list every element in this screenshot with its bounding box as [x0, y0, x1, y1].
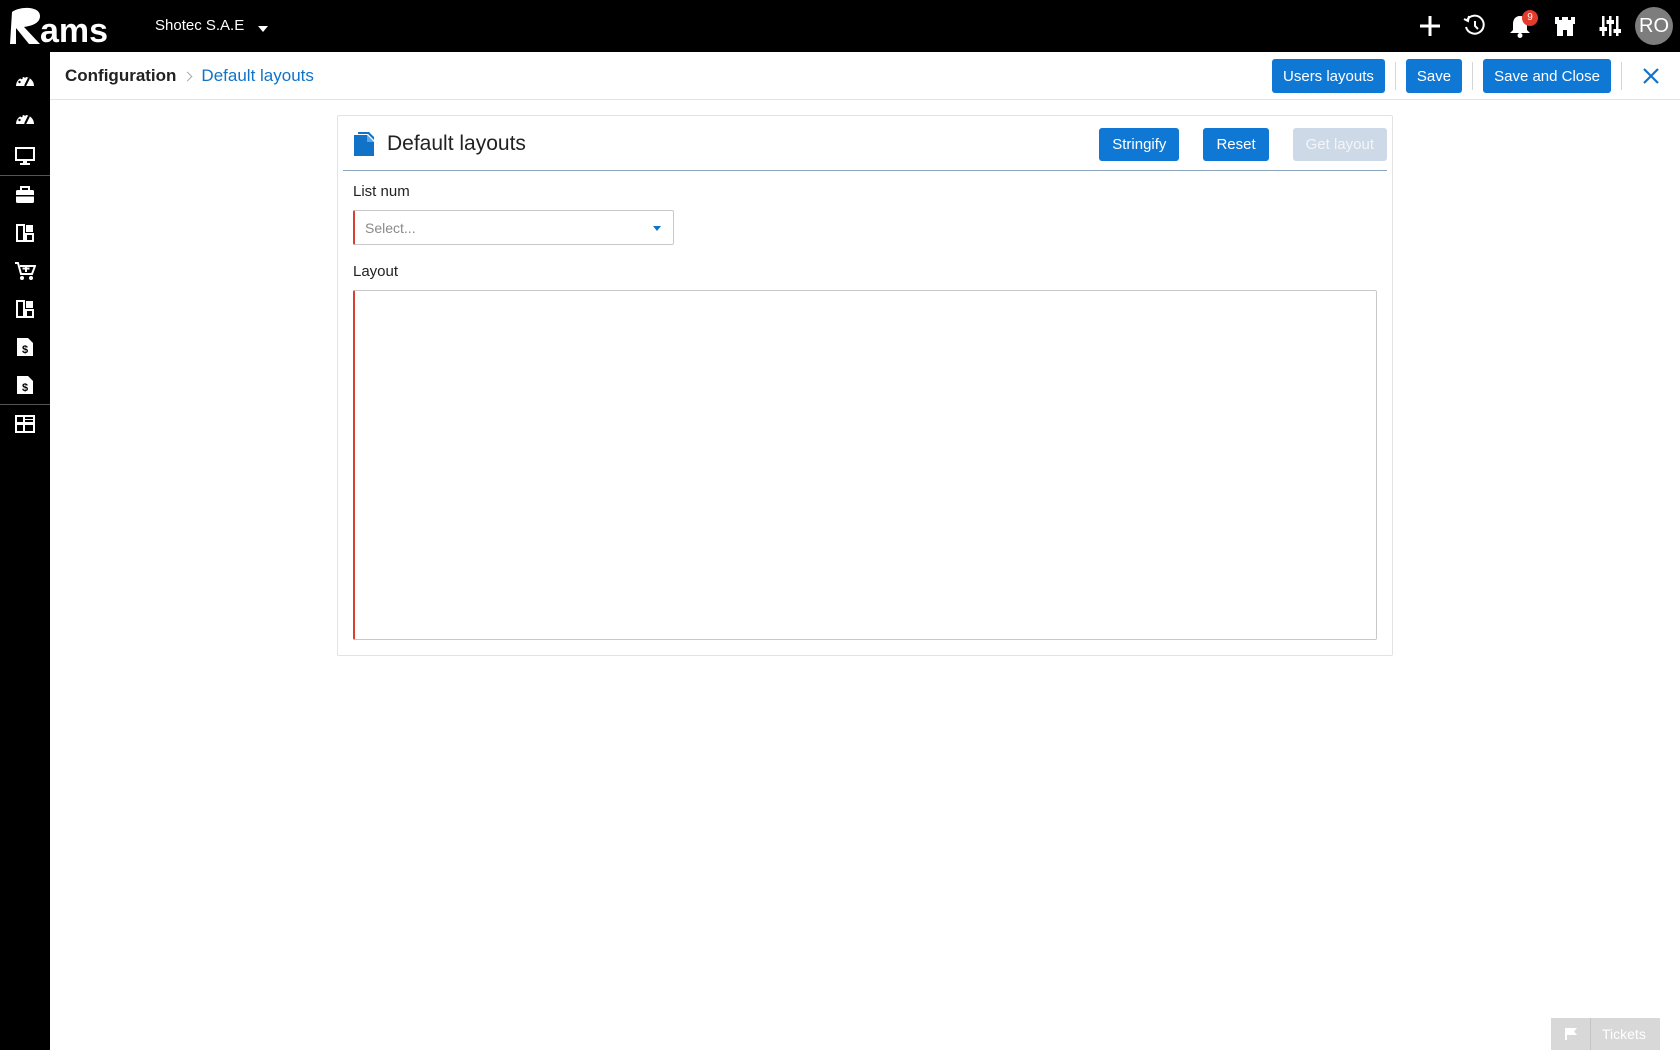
configuration-icon[interactable]	[0, 405, 50, 443]
svg-text:$: $	[22, 344, 28, 356]
sidebar: $ $	[0, 52, 50, 1050]
invoice-icon[interactable]: $	[0, 328, 50, 366]
users-layouts-button[interactable]: Users layouts	[1272, 59, 1385, 93]
chevron-down-icon	[653, 226, 661, 231]
breadcrumb-current: Default layouts	[201, 66, 314, 85]
svg-text:ams: ams	[40, 12, 108, 46]
save-and-close-button[interactable]: Save and Close	[1483, 59, 1611, 93]
dashboard-icon[interactable]	[0, 61, 50, 99]
divider	[1472, 62, 1474, 90]
dashboard-alt-icon[interactable]	[0, 99, 50, 137]
invoice-alt-icon[interactable]: $	[0, 366, 50, 404]
tickets-button[interactable]: Tickets	[1551, 1018, 1660, 1050]
svg-text:$: $	[22, 382, 28, 394]
divider	[1621, 62, 1622, 90]
history-icon[interactable]	[1452, 0, 1497, 52]
save-button[interactable]: Save	[1405, 59, 1463, 93]
layout-textarea[interactable]	[353, 290, 1377, 640]
panel-title: Default layouts	[387, 132, 526, 155]
sliders-icon[interactable]	[1587, 0, 1632, 52]
chevron-right-icon	[182, 71, 193, 81]
page-header: Configuration Default layouts Users layo…	[50, 52, 1680, 100]
list-num-placeholder: Select...	[365, 220, 416, 236]
divider	[1394, 62, 1396, 90]
layout-label: Layout	[353, 263, 399, 280]
list-num-label: List num	[353, 183, 410, 200]
breadcrumb-configuration[interactable]: Configuration	[65, 66, 176, 86]
monitor-icon[interactable]	[0, 137, 50, 175]
notifications-button[interactable]: 9	[1497, 0, 1542, 52]
tickets-label: Tickets	[1602, 1026, 1646, 1042]
default-layouts-panel: Default layouts Stringify Reset Get layo…	[337, 115, 1393, 656]
get-layout-button[interactable]: Get layout	[1292, 128, 1387, 161]
chevron-down-icon	[258, 25, 269, 32]
stringify-button[interactable]: Stringify	[1099, 128, 1180, 161]
modules-icon[interactable]	[0, 214, 50, 252]
document-icon	[354, 132, 374, 156]
cart-icon[interactable]	[0, 252, 50, 290]
panel-header: Default layouts Stringify Reset Get layo…	[343, 116, 1387, 171]
breadcrumb: Configuration Default layouts	[65, 52, 314, 100]
notification-badge: 9	[1522, 10, 1538, 26]
close-icon[interactable]	[1632, 59, 1670, 93]
modules-alt-icon[interactable]	[0, 290, 50, 328]
flag-icon	[1551, 1018, 1591, 1050]
user-avatar[interactable]: RO	[1635, 7, 1673, 45]
top-bar: ams Shotec S.A.E 9 RO	[0, 0, 1680, 52]
reset-button[interactable]: Reset	[1203, 128, 1269, 161]
castle-icon[interactable]	[1542, 0, 1587, 52]
list-num-select[interactable]: Select...	[353, 210, 674, 245]
briefcase-icon[interactable]	[0, 176, 50, 214]
rams-logo[interactable]: ams	[10, 4, 125, 48]
company-selector[interactable]: Shotec S.A.E	[155, 17, 269, 34]
company-name: Shotec S.A.E	[155, 17, 245, 34]
plus-icon[interactable]	[1407, 0, 1452, 52]
